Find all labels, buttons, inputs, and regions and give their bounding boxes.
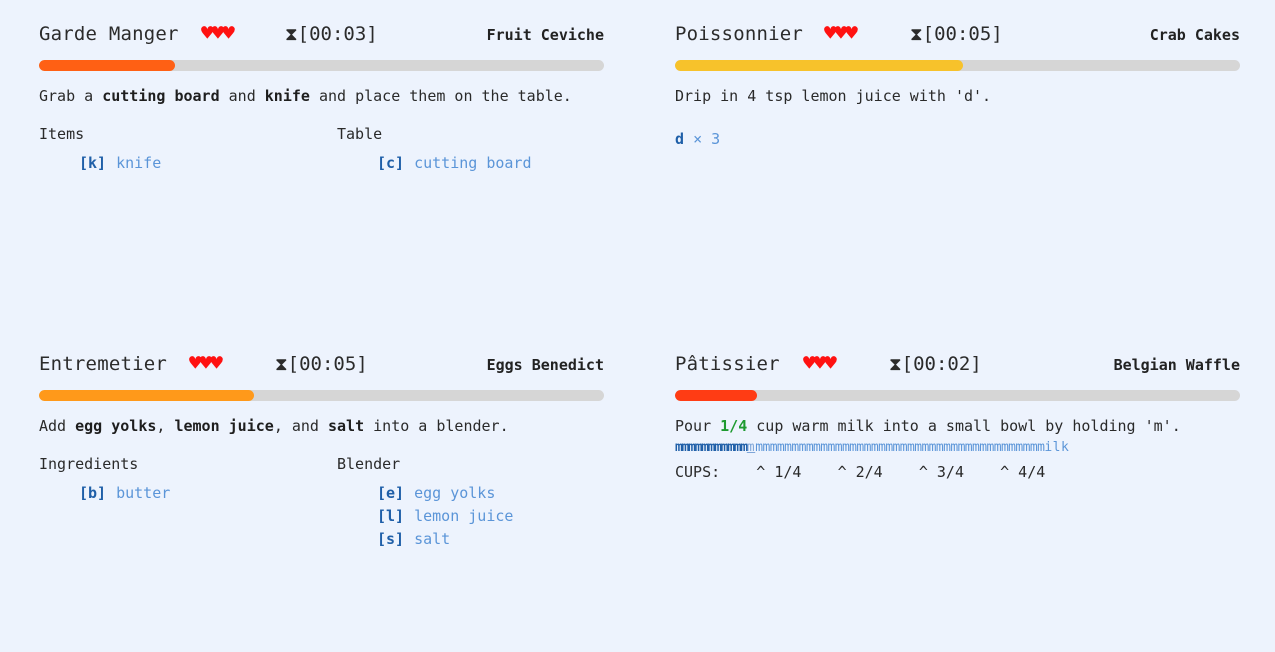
dish-name: Crab Cakes bbox=[1149, 26, 1240, 44]
station-garde-manger: Garde Manger ♥♥♥ ⧗[00:03] Fruit Ceviche … bbox=[39, 22, 604, 322]
timer-value: [00:03] bbox=[297, 23, 378, 45]
highlight-item: knife bbox=[264, 87, 310, 105]
dish-name: Eggs Benedict bbox=[486, 356, 604, 374]
progress-bar-fill bbox=[39, 390, 254, 401]
blender-title: Blender bbox=[337, 455, 401, 473]
table-list: [c] cutting board bbox=[377, 154, 532, 177]
item-label: egg yolks bbox=[414, 484, 496, 502]
progress-bar bbox=[39, 390, 604, 401]
station-entremetier: Entremetier ♥♥♥ ⧗[00:05] Eggs Benedict A… bbox=[39, 352, 604, 652]
progress-bar bbox=[675, 390, 1240, 401]
heart-icon: ♥♥♥ bbox=[189, 351, 223, 375]
cups-label: CUPS: bbox=[675, 463, 721, 481]
station-name: Poissonnier bbox=[675, 23, 804, 45]
progress-bar-fill bbox=[675, 390, 757, 401]
hold-remaining: mmmmmmmmmmmmmmmmmmmmmmmmmmmmmmmmmmmmmmmm bbox=[755, 440, 1045, 455]
timer-value: [00:02] bbox=[901, 353, 982, 375]
timer-value: [00:05] bbox=[287, 353, 368, 375]
hold-key-meter[interactable]: mmmmmmmmmmmmmmmmmmmmmmmmmmmmmmmmmmmmmmmm… bbox=[675, 440, 1069, 455]
items-list: [k] knife bbox=[79, 154, 161, 177]
station-name: Entremetier bbox=[39, 353, 168, 375]
station-timer: ⧗[00:05] bbox=[910, 23, 1003, 45]
station-patissier: Pâtissier ♥♥♥ ⧗[00:02] Belgian Waffle Po… bbox=[675, 352, 1240, 652]
table-title: Table bbox=[337, 125, 383, 143]
progress-bar bbox=[39, 60, 604, 71]
hold-word-end: ilk bbox=[1044, 440, 1070, 455]
cup-marker: ^ 1/4 bbox=[756, 463, 802, 481]
heart-icon: ♥♥♥ bbox=[803, 351, 837, 375]
key-hint: [c] bbox=[377, 154, 405, 172]
item-cutting-board[interactable]: [c] cutting board bbox=[377, 154, 532, 177]
timer-value: [00:05] bbox=[922, 23, 1003, 45]
item-label: cutting board bbox=[414, 154, 532, 172]
highlight-item: egg yolks bbox=[75, 417, 157, 435]
item-egg-yolks[interactable]: [e] egg yolks bbox=[377, 484, 513, 507]
key-hint: [b] bbox=[79, 484, 107, 502]
ingredients-title: Ingredients bbox=[39, 455, 139, 473]
item-butter[interactable]: [b] butter bbox=[79, 484, 170, 507]
key-hint: [k] bbox=[79, 154, 107, 172]
key-hint: [e] bbox=[377, 484, 405, 502]
press-count: × 3 bbox=[693, 130, 721, 148]
instruction-text: Drip in 4 tsp lemon juice with 'd'. bbox=[675, 87, 992, 105]
hourglass-icon: ⧗ bbox=[889, 354, 902, 375]
cup-marker: ^ 3/4 bbox=[918, 463, 964, 481]
key-press-counter[interactable]: d × 3 bbox=[675, 130, 720, 148]
station-timer: ⧗[00:02] bbox=[889, 353, 982, 375]
station-header: Entremetier ♥♥♥ ⧗[00:05] Eggs Benedict bbox=[39, 352, 604, 380]
progress-bar bbox=[675, 60, 1240, 71]
item-label: knife bbox=[116, 154, 162, 172]
item-label: lemon juice bbox=[414, 507, 514, 525]
heart-icon: ♥♥♥ bbox=[201, 21, 235, 45]
key-hint: [s] bbox=[377, 530, 405, 548]
station-poissonnier: Poissonnier ♥♥♥ ⧗[00:05] Crab Cakes Drip… bbox=[675, 22, 1240, 322]
item-salt[interactable]: [s] salt bbox=[377, 530, 513, 553]
station-name: Garde Manger bbox=[39, 23, 179, 45]
cup-marker: ^ 4/4 bbox=[1000, 463, 1046, 481]
station-header: Garde Manger ♥♥♥ ⧗[00:03] Fruit Ceviche bbox=[39, 22, 604, 50]
dish-name: Belgian Waffle bbox=[1113, 356, 1240, 374]
items-title: Items bbox=[39, 125, 85, 143]
hold-cursor: m bbox=[746, 440, 756, 455]
station-name: Pâtissier bbox=[675, 353, 780, 375]
progress-bar-fill bbox=[39, 60, 175, 71]
cup-marker: ^ 2/4 bbox=[837, 463, 883, 481]
highlight-item: salt bbox=[328, 417, 365, 435]
hourglass-icon: ⧗ bbox=[285, 24, 298, 45]
item-knife[interactable]: [k] knife bbox=[79, 154, 161, 177]
press-key: d bbox=[675, 130, 685, 148]
amount-highlight: 1/4 bbox=[720, 417, 748, 435]
hold-progress: mmmmmmmmmmm bbox=[675, 440, 748, 455]
blender-list: [e] egg yolks [l] lemon juice [s] salt bbox=[377, 484, 513, 553]
item-lemon-juice[interactable]: [l] lemon juice bbox=[377, 507, 513, 530]
progress-bar-fill bbox=[675, 60, 964, 71]
dish-name: Fruit Ceviche bbox=[486, 26, 604, 44]
cups-scale: CUPS: ^ 1/4 ^ 2/4 ^ 3/4 ^ 4/4 bbox=[675, 463, 1045, 481]
station-timer: ⧗[00:05] bbox=[275, 353, 368, 375]
station-header: Pâtissier ♥♥♥ ⧗[00:02] Belgian Waffle bbox=[675, 352, 1240, 380]
hourglass-icon: ⧗ bbox=[910, 24, 923, 45]
station-header: Poissonnier ♥♥♥ ⧗[00:05] Crab Cakes bbox=[675, 22, 1240, 50]
station-timer: ⧗[00:03] bbox=[285, 23, 378, 45]
instruction-text: Grab a cutting board and knife and place… bbox=[39, 87, 572, 105]
heart-icon: ♥♥♥ bbox=[824, 21, 858, 45]
instruction-text: Pour 1/4 cup warm milk into a small bowl… bbox=[675, 417, 1181, 435]
item-label: butter bbox=[116, 484, 171, 502]
ingredients-list: [b] butter bbox=[79, 484, 170, 507]
key-hint: [l] bbox=[377, 507, 405, 525]
hourglass-icon: ⧗ bbox=[275, 354, 288, 375]
highlight-item: lemon juice bbox=[174, 417, 274, 435]
item-label: salt bbox=[414, 530, 451, 548]
highlight-item: cutting board bbox=[102, 87, 220, 105]
instruction-text: Add egg yolks, lemon juice, and salt int… bbox=[39, 417, 509, 435]
